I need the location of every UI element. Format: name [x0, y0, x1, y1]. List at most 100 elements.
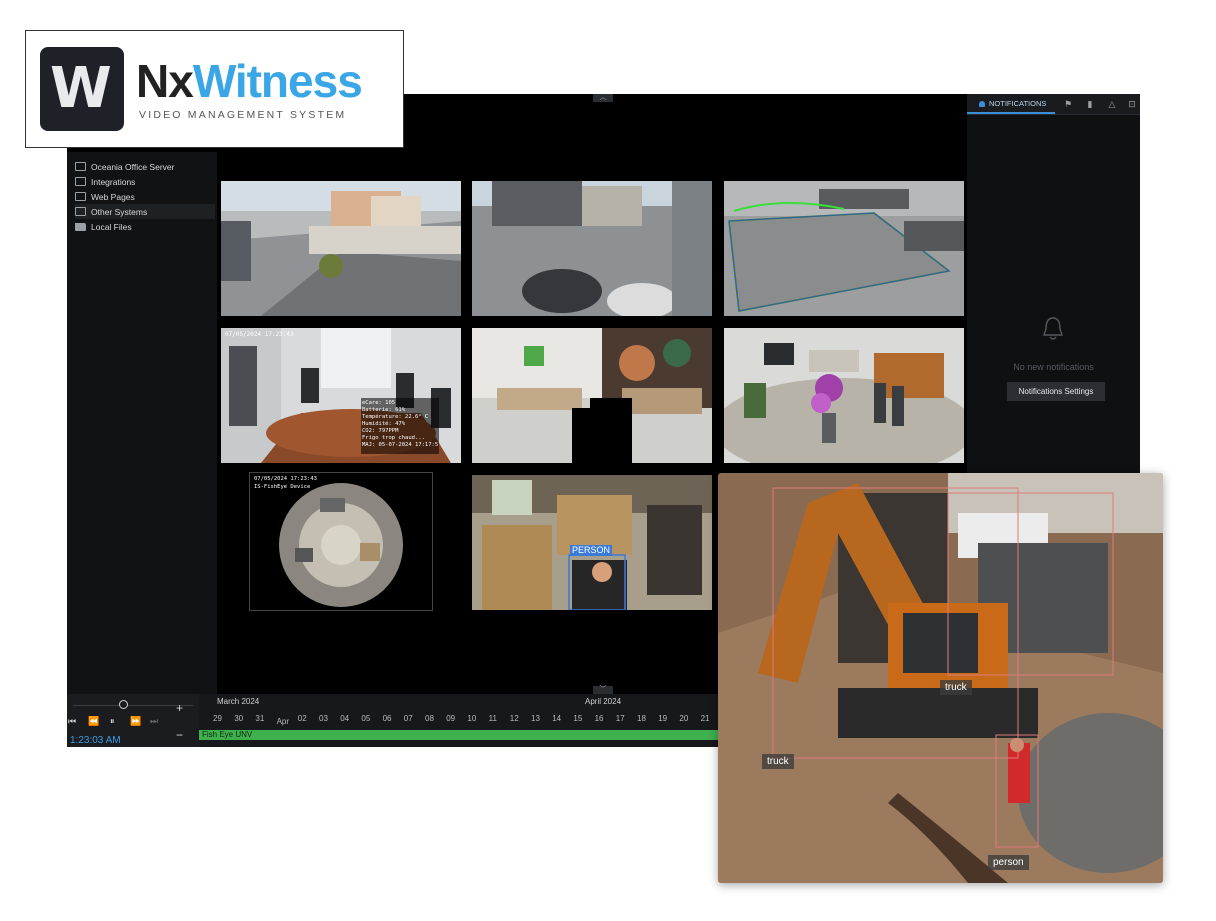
- tree-item-label: Other Systems: [91, 206, 148, 217]
- timeline-day-label: 31: [255, 714, 265, 723]
- collapse-timeline-button[interactable]: ﹀: [593, 686, 613, 694]
- collapse-top-panel-button[interactable]: ︿: [593, 94, 613, 102]
- timeline-day-label: 06: [382, 714, 392, 723]
- tree-item-label: Web Pages: [91, 191, 135, 202]
- logo-mark-icon: W: [40, 47, 124, 131]
- osd-line: CO2: 797PPM: [362, 428, 399, 434]
- timeline-day-label: 14: [552, 714, 562, 723]
- web-page-icon: [75, 192, 86, 201]
- tree-item-integrations[interactable]: Integrations: [75, 174, 135, 189]
- timeline-day-label: 12: [509, 714, 519, 723]
- camera-tile-street[interactable]: [221, 181, 461, 316]
- person-detection-label: person: [988, 855, 1029, 870]
- camera-tile-office-lobby[interactable]: [472, 328, 712, 463]
- timeline-day-label: 13: [531, 714, 540, 723]
- osd-line: Frigo trop chaud...: [362, 435, 425, 441]
- timeline-day-label: 29: [213, 714, 222, 723]
- logo-title-nx: Nx: [136, 55, 194, 107]
- month-label: March 2024: [217, 697, 260, 706]
- camera-tile-lounge[interactable]: [724, 328, 964, 463]
- resource-tree: Oceania Office Server Integrations Web P…: [67, 152, 217, 694]
- tab-motion-icon[interactable]: ⚑: [1063, 99, 1073, 109]
- speed-slider-track[interactable]: [73, 705, 193, 706]
- logo-title: NxWitness: [136, 55, 363, 107]
- playback-controls: ⏮ ⏪ ⏸ ⏩ ⏭ + − 1:23:03 AM: [67, 694, 199, 747]
- pause-icon[interactable]: ⏸: [110, 716, 115, 727]
- osd-line: MAJ: 05-07-2024 17:17:5: [362, 442, 439, 448]
- server-icon: [75, 162, 86, 171]
- rewind-icon[interactable]: ⏪: [88, 716, 99, 727]
- construction-site-feed: [718, 473, 1163, 883]
- camera-tile-fisheye[interactable]: 07/05/2024 17:23:43 IS-FishEye Device: [249, 472, 433, 611]
- logo-subtitle: VIDEO MANAGEMENT SYSTEM: [139, 109, 347, 121]
- right-panel-tabs: NOTIFICATIONS ⚑ ▮ △ ⊡: [967, 94, 1140, 115]
- timeline-day-label: 30: [234, 714, 244, 723]
- timeline-day-label: 11: [488, 714, 497, 723]
- timeline-day-label: 16: [594, 714, 604, 723]
- osd-line: Batterie: 61%: [362, 407, 406, 413]
- street-camera-feed: [221, 181, 461, 316]
- tree-item-label: Local Files: [91, 221, 132, 232]
- integrations-icon: [75, 177, 86, 186]
- timeline-day-label: 19: [658, 714, 668, 723]
- analytics-zone-camera-feed: [724, 181, 964, 316]
- tile-timestamp: 07/05/2024 17:23:43: [225, 331, 294, 338]
- camera-tile-warehouse[interactable]: PERSON: [472, 475, 712, 610]
- object-detection-preview: truck truck person: [718, 473, 1163, 883]
- camera-tile-meeting-room[interactable]: 07/05/2024 17:23:43 eCare: 105 Batterie:…: [221, 328, 461, 463]
- timeline-day-label: 09: [446, 714, 456, 723]
- notifications-settings-button[interactable]: Notifications Settings: [1007, 382, 1105, 401]
- parking-camera-feed: [472, 181, 712, 316]
- timeline-day-label: 02: [297, 714, 307, 723]
- osd-line: eCare: 105: [362, 400, 396, 406]
- bell-icon: [1043, 317, 1063, 340]
- timeline-day-label: 08: [425, 714, 434, 723]
- empty-notifications-text: No new notifications: [1013, 362, 1094, 372]
- timeline-day-label: 05: [361, 714, 371, 723]
- osd-line: Température: 22.6° C: [362, 414, 429, 420]
- tab-notifications[interactable]: NOTIFICATIONS: [967, 94, 1055, 114]
- folder-icon: [75, 222, 86, 231]
- speed-slider-handle[interactable]: [119, 700, 128, 709]
- timeline-day-label: 21: [700, 714, 710, 723]
- tree-item-label: Integrations: [91, 176, 136, 187]
- timeline-day-label: 18: [637, 714, 646, 723]
- timeline-day-label: 20: [679, 714, 689, 723]
- truck-detection-label: truck: [940, 680, 972, 695]
- sensor-osd: eCare: 105 Batterie: 61% Température: 22…: [362, 400, 438, 449]
- timeline-day-label: 03: [319, 714, 328, 723]
- tree-item-label: Oceania Office Server: [91, 161, 175, 172]
- tree-item-web-pages[interactable]: Web Pages: [75, 189, 135, 204]
- office-lobby-camera-feed: [472, 328, 712, 463]
- timeline-day-label: 17: [615, 714, 625, 723]
- camera-tile-analytics-zone[interactable]: [724, 181, 964, 316]
- tree-item-local-files[interactable]: Local Files: [75, 219, 132, 234]
- lounge-camera-feed: [724, 328, 964, 463]
- osd-line: Humidité: 47%: [362, 421, 406, 427]
- warehouse-camera-feed: [472, 475, 712, 610]
- skip-to-end-icon[interactable]: ⏭: [150, 716, 158, 727]
- month-label: April 2024: [585, 697, 622, 706]
- fast-forward-icon[interactable]: ⏩: [130, 716, 141, 727]
- skip-to-start-icon[interactable]: ⏮: [68, 716, 76, 727]
- zoom-in-button[interactable]: +: [176, 701, 183, 715]
- logo-mark-letter: W: [50, 56, 112, 121]
- tree-item-server[interactable]: Oceania Office Server: [75, 159, 174, 174]
- camera-tile-parking[interactable]: [472, 181, 712, 316]
- timeline-day-label: 04: [340, 714, 350, 723]
- tab-events-icon[interactable]: △: [1107, 99, 1117, 109]
- tab-bookmarks-icon[interactable]: ▮: [1085, 99, 1095, 109]
- nx-witness-logo: W NxWitness VIDEO MANAGEMENT SYSTEM: [25, 30, 404, 148]
- tile-device-name: IS-FishEye Device: [254, 484, 311, 490]
- person-detection-label: PERSON: [570, 545, 613, 556]
- tab-detach-icon[interactable]: ⊡: [1127, 99, 1137, 109]
- bell-icon: [979, 101, 985, 107]
- systems-icon: [75, 207, 86, 216]
- timeline-camera-label: Fish Eye UNV: [202, 730, 253, 739]
- current-time: 1:23:03 AM: [70, 735, 121, 746]
- truck-detection-label: truck: [762, 754, 794, 769]
- tab-notifications-label: NOTIFICATIONS: [989, 99, 1047, 108]
- tree-item-other-systems[interactable]: Other Systems: [75, 204, 215, 219]
- zoom-out-button[interactable]: −: [176, 728, 183, 742]
- tile-timestamp: 07/05/2024 17:23:43: [254, 476, 317, 482]
